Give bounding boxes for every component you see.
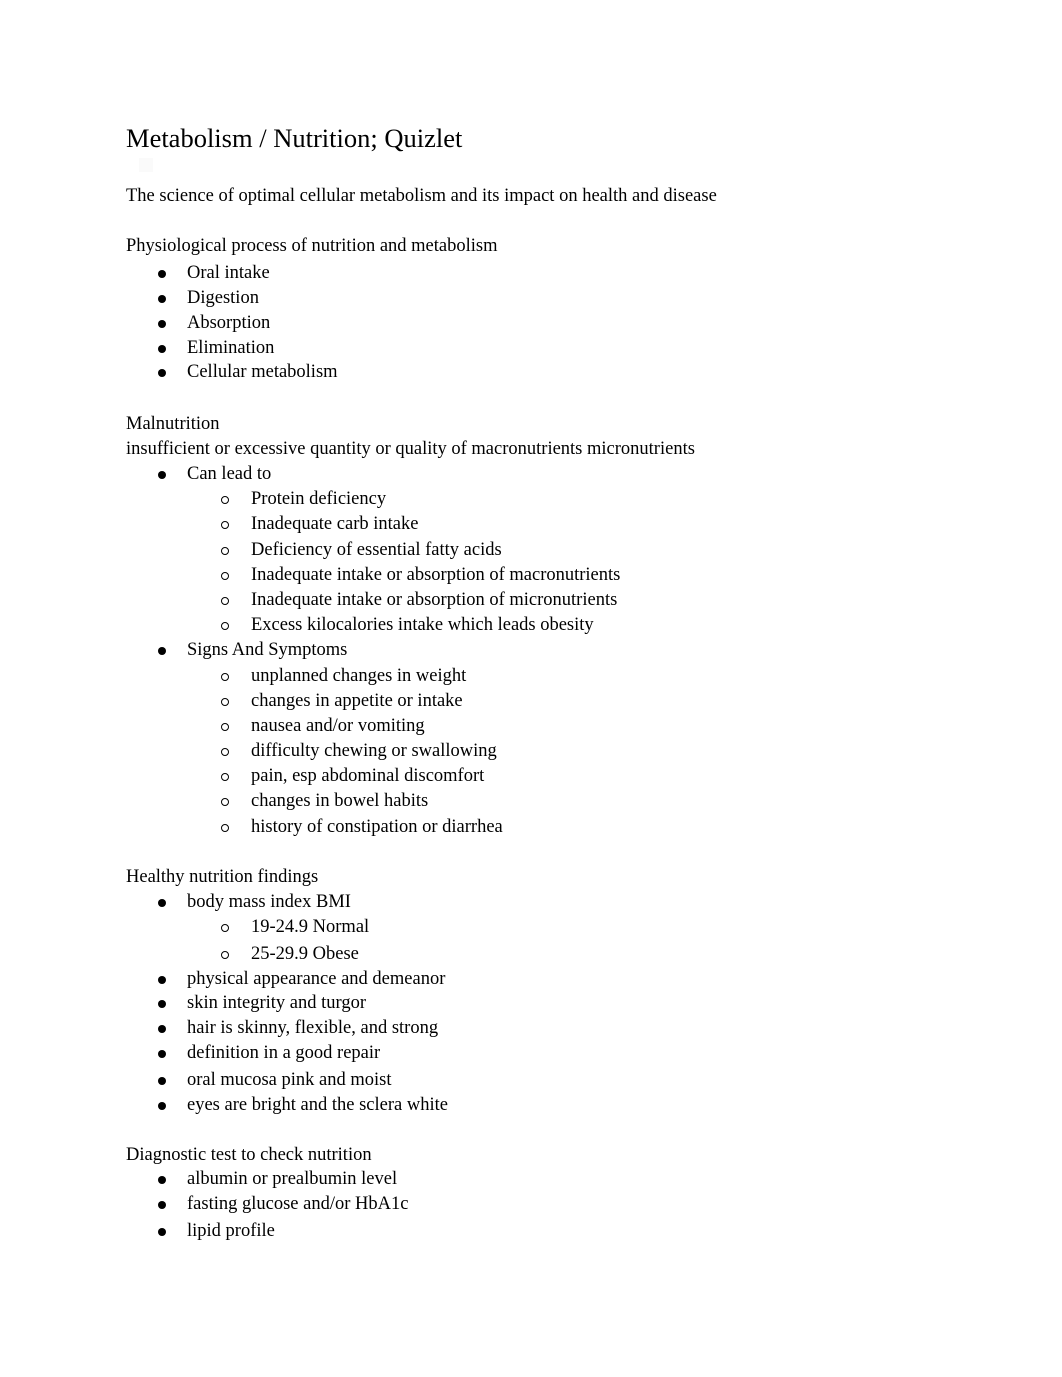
hollow-bullet-icon: [221, 748, 229, 756]
document-title: Metabolism / Nutrition; Quizlet: [126, 123, 463, 153]
bullet-icon: [158, 369, 166, 377]
bullet-icon: [158, 976, 166, 984]
bullet-icon: [158, 270, 166, 278]
hollow-bullet-icon: [221, 673, 229, 681]
bullet-icon: [158, 1228, 166, 1236]
hollow-bullet-icon: [221, 572, 229, 580]
bullet-icon: [158, 320, 166, 328]
hollow-bullet-icon: [221, 773, 229, 781]
hollow-bullet-icon: [221, 698, 229, 706]
hollow-bullet-icon: [221, 924, 229, 932]
section-heading-healthy-nutrition: Healthy nutrition findings: [126, 867, 319, 887]
hollow-bullet-icon: [221, 521, 229, 529]
hollow-bullet-icon: [221, 496, 229, 504]
hollow-bullet-icon: [221, 723, 229, 731]
faint-mark: [139, 158, 153, 172]
hollow-bullet-icon: [221, 622, 229, 630]
bullet-icon: [158, 899, 166, 907]
bullet-icon: [158, 1050, 166, 1058]
bullet-icon: [158, 1176, 166, 1184]
hollow-bullet-icon: [221, 951, 229, 959]
bullet-icon: [158, 1077, 166, 1085]
section-heading-malnutrition: Malnutrition: [126, 414, 220, 434]
section-heading-diagnostic-test: Diagnostic test to check nutrition: [126, 1145, 372, 1165]
hollow-bullet-icon: [221, 824, 229, 832]
bullet-icon: [158, 1000, 166, 1008]
bullet-icon: [158, 345, 166, 353]
malnutrition-definition: insufficient or excessive quantity or qu…: [126, 439, 695, 459]
bullet-icon: [158, 295, 166, 303]
intro-text: The science of optimal cellular metaboli…: [126, 186, 717, 206]
bullet-icon: [158, 1102, 166, 1110]
section-heading-physiological-process: Physiological process of nutrition and m…: [126, 236, 498, 256]
hollow-bullet-icon: [221, 798, 229, 806]
hollow-bullet-icon: [221, 597, 229, 605]
bullet-icon: [158, 1201, 166, 1209]
hollow-bullet-icon: [221, 547, 229, 555]
bullet-icon: [158, 471, 166, 479]
bullet-icon: [158, 1025, 166, 1033]
bullet-icon: [158, 647, 166, 655]
